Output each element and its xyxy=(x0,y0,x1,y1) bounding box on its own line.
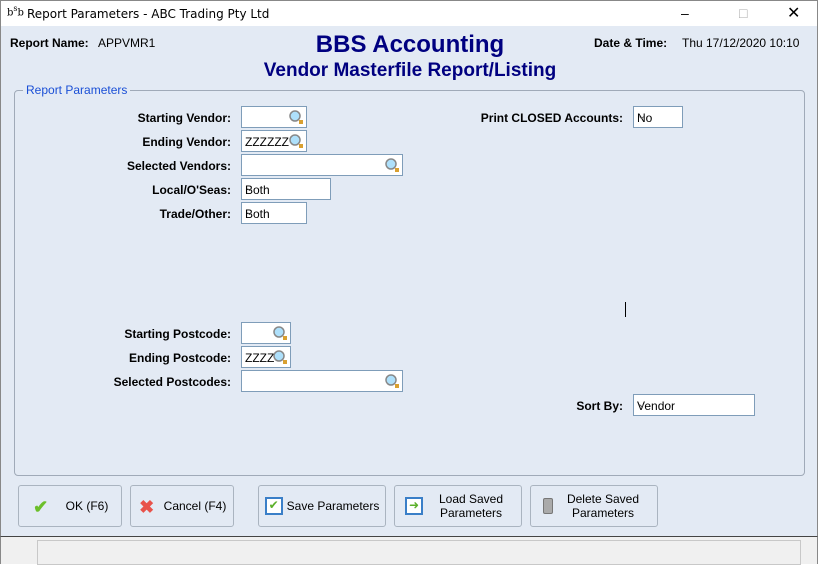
ending-vendor-input[interactable]: ZZZZZZ xyxy=(241,130,307,152)
text-cursor xyxy=(625,302,626,317)
cancel-label: Cancel (F4) xyxy=(163,499,227,513)
selected-postcodes-label: Selected Postcodes: xyxy=(113,375,231,389)
save-parameters-button[interactable]: ✔ Save Parameters xyxy=(258,485,386,527)
search-icon[interactable] xyxy=(272,349,288,365)
sort-by-select[interactable]: Vendor ⌄ xyxy=(633,394,755,416)
starting-postcode-input[interactable] xyxy=(241,322,291,344)
ok-button[interactable]: ✔ OK (F6) xyxy=(18,485,122,527)
trade-other-select[interactable]: Both ⌄ xyxy=(241,202,307,224)
window-title: Report Parameters - ABC Trading Pty Ltd xyxy=(27,7,270,21)
trash-icon xyxy=(543,498,553,514)
group-title: Report Parameters xyxy=(23,83,131,97)
ending-postcode-label: Ending Postcode: xyxy=(129,351,231,365)
selected-vendors-label: Selected Vendors: xyxy=(126,159,231,173)
delete-saved-parameters-button[interactable]: Delete Saved Parameters xyxy=(530,485,658,527)
title-bar: bsb Report Parameters - ABC Trading Pty … xyxy=(0,0,818,26)
status-panel xyxy=(37,540,801,565)
print-closed-select[interactable]: No ⌄ xyxy=(633,106,683,128)
search-icon[interactable] xyxy=(384,157,400,173)
chevron-down-icon: ⌄ xyxy=(637,110,647,122)
trade-other-label: Trade/Other: xyxy=(159,207,231,221)
report-name: APPVMR1 xyxy=(98,36,156,50)
report-name-label: Report Name: xyxy=(10,36,89,50)
save-label: Save Parameters xyxy=(286,499,380,513)
selected-postcodes-input[interactable] xyxy=(241,370,403,392)
datetime-label: Date & Time: xyxy=(594,36,668,50)
cancel-button[interactable]: ✖ Cancel (F4) xyxy=(130,485,234,527)
ending-postcode-input[interactable]: ZZZZ xyxy=(241,346,291,368)
datetime: Thu 17/12/2020 10:10 xyxy=(682,36,800,50)
search-icon[interactable] xyxy=(272,325,288,341)
delete-label: Delete Saved Parameters xyxy=(566,492,640,520)
chevron-down-icon: ⌄ xyxy=(245,206,255,218)
app-logo-icon: bsb xyxy=(7,4,24,19)
chevron-down-icon: ⌄ xyxy=(245,182,255,194)
close-button[interactable]: ✕ xyxy=(787,3,800,23)
starting-vendor-input[interactable] xyxy=(241,106,307,128)
selected-vendors-input[interactable] xyxy=(241,154,403,176)
app-title: BBS Accounting xyxy=(315,31,505,58)
search-icon[interactable] xyxy=(384,373,400,389)
status-bar xyxy=(0,536,818,565)
report-title: Vendor Masterfile Report/Listing xyxy=(263,60,557,81)
save-document-icon: ✔ xyxy=(264,497,283,515)
search-icon[interactable] xyxy=(288,133,304,149)
minimize-button[interactable]: – xyxy=(681,5,689,21)
load-saved-parameters-button[interactable]: ➜ Load Saved Parameters xyxy=(394,485,522,527)
sort-by-label: Sort By: xyxy=(576,399,623,413)
ok-label: OK (F6) xyxy=(65,499,109,513)
load-document-icon: ➜ xyxy=(405,497,423,515)
dialog-body: Report Name: APPVMR1 BBS Accounting Vend… xyxy=(0,26,818,536)
load-label: Load Saved Parameters xyxy=(438,492,504,520)
starting-vendor-label: Starting Vendor: xyxy=(137,111,231,125)
local-oseas-label: Local/O'Seas: xyxy=(152,183,231,197)
cancel-x-icon: ✖ xyxy=(139,497,155,517)
local-oseas-select[interactable]: Both ⌄ xyxy=(241,178,331,200)
chevron-down-icon: ⌄ xyxy=(637,398,647,410)
checkmark-icon: ✔ xyxy=(33,497,49,517)
starting-postcode-label: Starting Postcode: xyxy=(124,327,231,341)
print-closed-label: Print CLOSED Accounts: xyxy=(480,111,623,125)
ending-vendor-label: Ending Vendor: xyxy=(142,135,231,149)
maximize-button[interactable]: □ xyxy=(739,5,747,21)
search-icon[interactable] xyxy=(288,109,304,125)
